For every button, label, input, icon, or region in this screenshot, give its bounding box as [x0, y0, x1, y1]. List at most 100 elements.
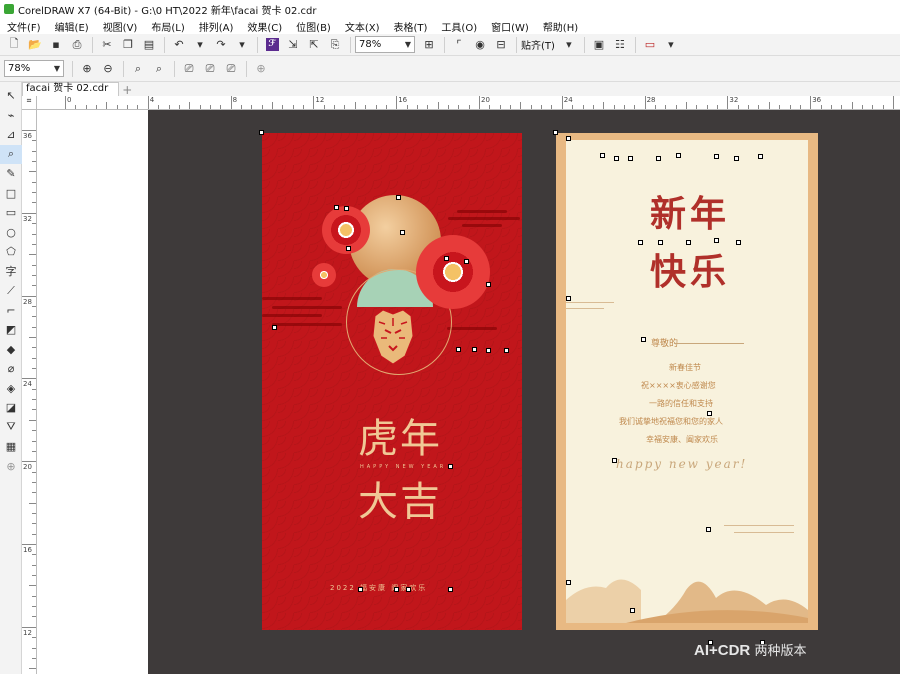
selection-handle[interactable]: [346, 246, 351, 251]
selection-handle[interactable]: [396, 195, 401, 200]
save-icon[interactable]: ▪: [46, 36, 66, 54]
selection-handle[interactable]: [734, 156, 739, 161]
drop-shadow-tool-icon[interactable]: ◩: [0, 320, 22, 340]
cream-greeting-card[interactable]: 新年 快乐 尊敬的 新春佳节 祝××××衷心感谢您 一路的信任和支持 我们诚挚地…: [556, 133, 818, 630]
zoom-to-page-icon[interactable]: ⎚: [179, 60, 199, 78]
selection-handle[interactable]: [400, 230, 405, 235]
menu-edit[interactable]: 编辑(E): [48, 19, 96, 34]
text-tool-icon[interactable]: 字: [0, 262, 22, 282]
redo-icon[interactable]: ↷: [211, 36, 231, 54]
selection-handle[interactable]: [406, 587, 411, 592]
selection-handle[interactable]: [614, 156, 619, 161]
menu-view[interactable]: 视图(V): [96, 19, 145, 34]
horizontal-ruler[interactable]: 0 4 8 12 16 20 24 28 32 36: [37, 96, 900, 110]
zoom-tool-icon[interactable]: ⌕: [0, 144, 22, 164]
selection-handle[interactable]: [334, 205, 339, 210]
welcome-screen-icon[interactable]: ▣: [589, 36, 609, 54]
selection-handle[interactable]: [612, 458, 617, 463]
outline-pen-icon[interactable]: ⛛: [0, 418, 22, 438]
undo-icon[interactable]: ↶: [169, 36, 189, 54]
publish-pdf-icon[interactable]: ⎘: [325, 36, 345, 54]
add-tool-icon[interactable]: ⊕: [0, 457, 22, 477]
copy-icon[interactable]: ❐: [118, 36, 138, 54]
selection-handle[interactable]: [566, 296, 571, 301]
menu-layout[interactable]: 布局(L): [144, 19, 191, 34]
canvas-desktop[interactable]: 虎年 HAPPY NEW YEAR 大吉 2022 福安康 阖家欢乐 新年 快乐…: [148, 110, 900, 674]
show-guidelines-icon[interactable]: ⊟: [491, 36, 511, 54]
selection-handle[interactable]: [448, 464, 453, 469]
mesh-fill-icon[interactable]: ▦: [0, 437, 22, 457]
selection-handle[interactable]: [456, 347, 461, 352]
paste-icon[interactable]: ▤: [139, 36, 159, 54]
menu-effects[interactable]: 效果(C): [240, 19, 289, 34]
selection-handle[interactable]: [259, 130, 264, 135]
open-folder-icon[interactable]: 📂: [25, 36, 45, 54]
smart-fill-icon[interactable]: ▭: [0, 203, 22, 223]
selection-handle[interactable]: [706, 527, 711, 532]
vertical-ruler[interactable]: 36 32 28 24 20 16 12: [22, 110, 37, 674]
freehand-tool-icon[interactable]: ✎: [0, 164, 22, 184]
options-icon[interactable]: ☷: [610, 36, 630, 54]
polygon-tool-icon[interactable]: ⬠: [0, 242, 22, 262]
show-rulers-icon[interactable]: ⌜: [449, 36, 469, 54]
selection-handle[interactable]: [272, 325, 277, 330]
ellipse-tool-icon[interactable]: ○: [0, 223, 22, 243]
snap-dropdown-icon[interactable]: ▾: [559, 36, 579, 54]
selection-handle[interactable]: [344, 206, 349, 211]
selection-handle[interactable]: [656, 156, 661, 161]
selection-handle[interactable]: [638, 240, 643, 245]
menu-arrange[interactable]: 排列(A): [192, 19, 241, 34]
selection-handle[interactable]: [358, 587, 363, 592]
selection-handle[interactable]: [600, 153, 605, 158]
selection-handle[interactable]: [714, 154, 719, 159]
selection-handle[interactable]: [464, 259, 469, 264]
zoom-level-combo[interactable]: 78% ▼: [355, 36, 415, 53]
interactive-fill-icon[interactable]: ◈: [0, 379, 22, 399]
zoom-to-page-height-icon[interactable]: ⎚: [221, 60, 241, 78]
selection-handle[interactable]: [630, 608, 635, 613]
selection-handle[interactable]: [566, 136, 571, 141]
selection-handle[interactable]: [736, 240, 741, 245]
add-tab-icon[interactable]: +: [122, 84, 132, 96]
export-icon[interactable]: ⇱: [304, 36, 324, 54]
selection-handle[interactable]: [707, 411, 712, 416]
tab-facai-card[interactable]: facai 贺卡 02.cdr: [22, 82, 120, 96]
selection-handle[interactable]: [566, 580, 571, 585]
selection-handle[interactable]: [641, 337, 646, 342]
menu-table[interactable]: 表格(T): [387, 19, 435, 34]
color-eyedropper-icon[interactable]: ⌀: [0, 359, 22, 379]
zoom-to-selected-icon[interactable]: ⌕: [128, 60, 148, 78]
crop-tool-icon[interactable]: ⊿: [0, 125, 22, 145]
ruler-origin[interactable]: ⌗: [22, 96, 37, 110]
print-icon[interactable]: ⎙: [67, 36, 87, 54]
menu-bitmaps[interactable]: 位图(B): [289, 19, 338, 34]
selection-handle[interactable]: [628, 156, 633, 161]
dimension-tool-icon[interactable]: ⟋: [0, 281, 22, 301]
import-icon[interactable]: ⇲: [283, 36, 303, 54]
zoom-out-icon[interactable]: ⊖: [98, 60, 118, 78]
selection-handle[interactable]: [686, 240, 691, 245]
zoom-to-page-width-icon[interactable]: ⎚: [200, 60, 220, 78]
launcher-dropdown-icon[interactable]: ▾: [661, 36, 681, 54]
zoom-to-all-objects-icon[interactable]: ⌕: [149, 60, 169, 78]
drawing-page[interactable]: [37, 110, 148, 674]
menu-window[interactable]: 窗口(W): [484, 19, 536, 34]
selection-handle[interactable]: [758, 154, 763, 159]
menu-tools[interactable]: 工具(O): [434, 19, 484, 34]
selection-handle[interactable]: [486, 282, 491, 287]
add-property-icon[interactable]: ⊕: [251, 60, 271, 78]
selection-handle[interactable]: [553, 130, 558, 135]
red-greeting-card[interactable]: 虎年 HAPPY NEW YEAR 大吉 2022 福安康 阖家欢乐: [262, 133, 522, 630]
pick-tool-icon[interactable]: ↖: [0, 86, 22, 106]
zoom-in-icon[interactable]: ⊕: [77, 60, 97, 78]
selection-handle[interactable]: [472, 347, 477, 352]
cut-icon[interactable]: ✂: [97, 36, 117, 54]
selection-handle[interactable]: [658, 240, 663, 245]
selection-handle[interactable]: [448, 587, 453, 592]
selection-handle[interactable]: [676, 153, 681, 158]
selection-handle[interactable]: [486, 348, 491, 353]
menu-text[interactable]: 文本(X): [338, 19, 387, 34]
undo-dropdown-icon[interactable]: ▾: [190, 36, 210, 54]
rectangle-tool-icon[interactable]: □: [0, 184, 22, 204]
show-grid-icon[interactable]: ◉: [470, 36, 490, 54]
